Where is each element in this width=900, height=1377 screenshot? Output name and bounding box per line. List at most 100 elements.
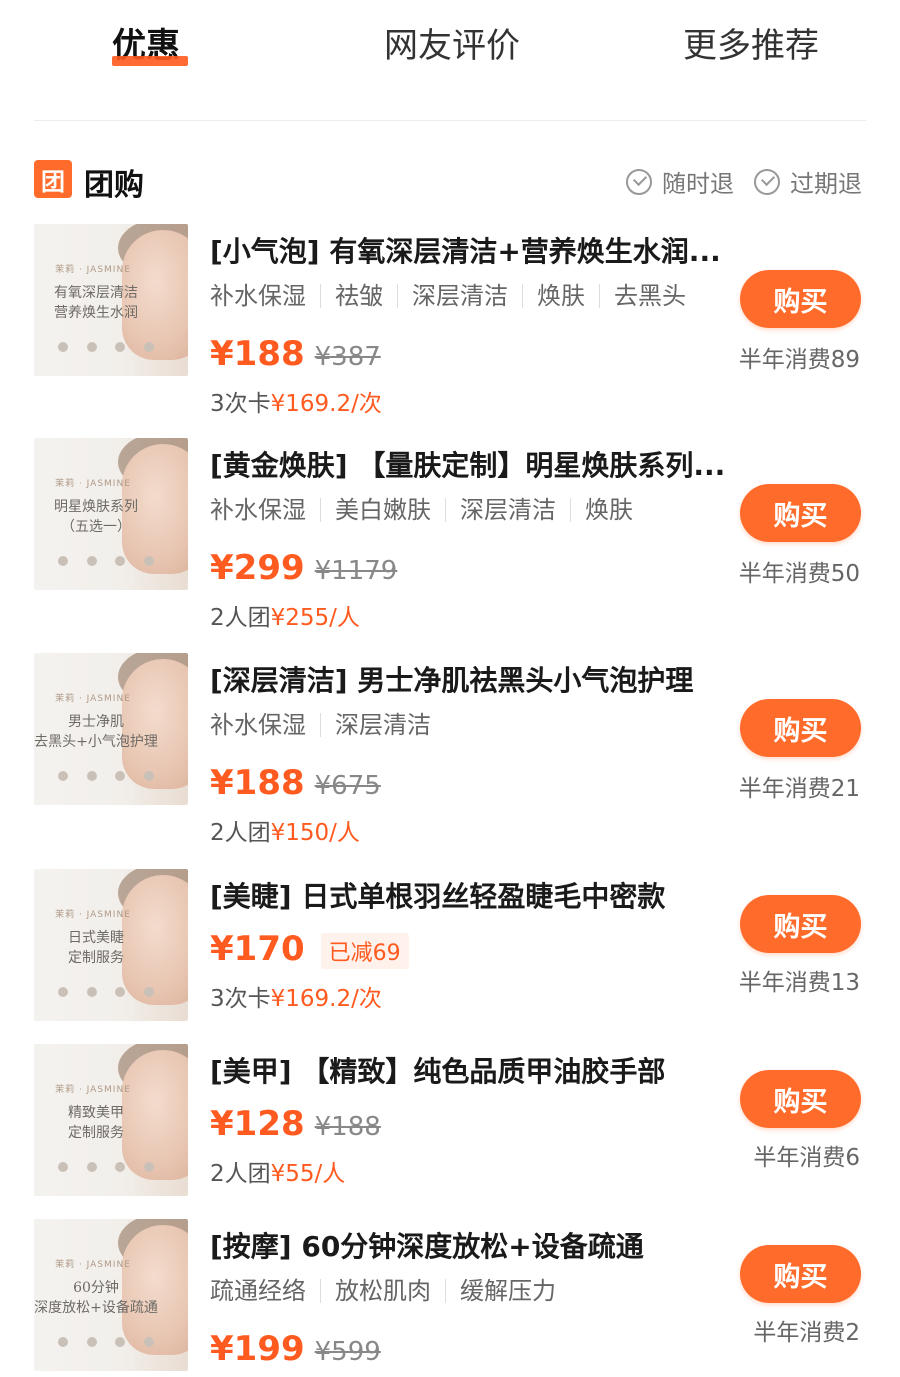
deal-tag: 缓解压力	[445, 1279, 570, 1303]
buy-button[interactable]: 购买	[740, 270, 861, 328]
deal-price: ¥128	[210, 1104, 305, 1144]
deal-title[interactable]: [黄金焕肤] 【量肤定制】明星焕肤系列...	[210, 444, 725, 484]
buy-button[interactable]: 购买	[740, 895, 861, 953]
bundle-price: ¥169.2/次	[270, 391, 382, 417]
deal-item[interactable]: 茉莉 · JASMINE 明星焕肤系列 （五选一） [黄金焕肤] 【量肤定制】明星焕肤…	[0, 436, 900, 636]
sales-count: 半年消费21	[738, 776, 860, 802]
deal-tag: 补水保湿	[210, 711, 306, 739]
bundle-type: 2人团	[210, 605, 271, 631]
thumbnail-text-2: 定制服务	[68, 1125, 124, 1141]
thumbnail-text-1: 精致美甲	[68, 1105, 124, 1121]
price-row: ¥188 ¥675	[210, 763, 381, 803]
bundle-price: ¥169.2/次	[270, 986, 382, 1012]
thumbnail-brand: 茉莉 · JASMINE	[55, 1085, 131, 1095]
price-row: ¥170 已减69	[210, 929, 409, 969]
bundle-offer: 3次卡¥169.2/次	[210, 979, 382, 1013]
deal-tags: 补水保湿 祛皱 深层清洁 焕肤 去黑头	[210, 284, 700, 308]
thumbnail-text-2: （五选一）	[61, 519, 131, 535]
original-price: ¥599	[314, 1337, 381, 1367]
deal-item[interactable]: 茉莉 · JASMINE 有氧深层清洁 营养焕生水润 [小气泡] 有氧深层清洁+营养焕…	[0, 222, 900, 422]
deal-thumbnail[interactable]: 茉莉 · JASMINE 明星焕肤系列 （五选一）	[34, 438, 188, 590]
bundle-type: 2人团	[210, 1161, 271, 1187]
sales-count: 半年消费50	[738, 561, 860, 587]
buy-button[interactable]: 购买	[740, 484, 861, 542]
deal-title[interactable]: [美甲] 【精致】纯色品质甲油胶手部	[210, 1050, 665, 1090]
deal-thumbnail[interactable]: 茉莉 · JASMINE 日式美睫 定制服务	[34, 869, 188, 1021]
bundle-offer: 2人团¥150/人	[210, 813, 360, 847]
deal-tag: 放松肌肉	[320, 1279, 445, 1303]
deal-tag: 深层清洁	[445, 498, 570, 522]
deal-thumbnail[interactable]: 茉莉 · JASMINE 有氧深层清洁 营养焕生水润	[34, 224, 188, 376]
deal-thumbnail[interactable]: 茉莉 · JASMINE 精致美甲定制服务	[34, 1044, 188, 1196]
price-row: ¥199 ¥599	[210, 1329, 381, 1369]
thumbnail-text-1: 有氧深层清洁	[54, 285, 138, 301]
bundle-price: ¥150/人	[270, 820, 360, 846]
thumbnail-badges	[58, 987, 154, 997]
bundle-offer: 2人团¥255/人	[210, 598, 360, 632]
thumbnail-text-1: 日式美睫	[68, 930, 124, 946]
deal-title[interactable]: [深层清洁] 男士净肌祛黑头小气泡护理	[210, 659, 693, 699]
policy-label: 过期退	[790, 170, 862, 198]
price-row: ¥128 ¥188	[210, 1104, 381, 1144]
deal-price: ¥188	[210, 334, 305, 374]
policy-label: 随时退	[662, 170, 734, 198]
policy-refund-expired: 过期退	[754, 164, 862, 199]
thumbnail-brand: 茉莉 · JASMINE	[55, 910, 131, 920]
discount-badge: 已减69	[320, 933, 409, 969]
deal-title[interactable]: [美睫] 日式单根羽丝轻盈睫毛中密款	[210, 875, 665, 915]
deal-item[interactable]: 茉莉 · JASMINE 60分钟 深度放松+设备疏通 [按摩] 60分钟深度放松+设…	[0, 1217, 900, 1377]
thumbnail-brand: 茉莉 · JASMINE	[55, 265, 131, 275]
thumbnail-badges	[58, 771, 154, 781]
thumbnail-badges	[58, 1162, 154, 1172]
bundle-type: 3次卡	[210, 986, 271, 1012]
bundle-price: ¥55/人	[270, 1161, 346, 1187]
tab-reviews[interactable]: 网友评价	[384, 18, 520, 67]
deal-price: ¥199	[210, 1329, 305, 1369]
check-circle-icon	[626, 168, 652, 195]
deal-tag: 补水保湿	[210, 496, 306, 524]
thumbnail-brand: 茉莉 · JASMINE	[55, 479, 131, 489]
thumbnail-text-1: 明星焕肤系列	[54, 499, 138, 515]
tab-more-recommendations[interactable]: 更多推荐	[683, 18, 819, 67]
buy-button[interactable]: 购买	[740, 1245, 861, 1303]
deal-thumbnail[interactable]: 茉莉 · JASMINE 60分钟 深度放松+设备疏通	[34, 1219, 188, 1371]
group-buy-icon: 团	[34, 160, 72, 198]
original-price: ¥387	[314, 342, 381, 372]
sales-count: 半年消费13	[738, 970, 860, 996]
deal-tag: 深层清洁	[320, 713, 445, 737]
deal-tag: 去黑头	[599, 284, 700, 308]
thumbnail-badges	[58, 1337, 154, 1347]
deal-tag: 补水保湿	[210, 282, 306, 310]
bundle-offer: 2人团¥55/人	[210, 1154, 345, 1188]
deal-item[interactable]: 茉莉 · JASMINE 日式美睫 定制服务 [美睫] 日式单根羽丝轻盈睫毛中密款 ¥1…	[0, 867, 900, 1067]
deal-price: ¥299	[210, 548, 305, 588]
buy-button[interactable]: 购买	[740, 699, 861, 757]
tab-divider	[34, 120, 866, 121]
deal-title[interactable]: [按摩] 60分钟深度放松+设备疏通	[210, 1225, 644, 1265]
thumbnail-text-2: 去黑头+小气泡护理	[34, 734, 158, 750]
thumbnail-text-2: 深度放松+设备疏通	[34, 1300, 158, 1316]
section-title: 团购	[84, 168, 144, 203]
deal-item[interactable]: 茉莉 · JASMINE 精致美甲定制服务 [美甲] 【精致】纯色品质甲油胶手部 ¥1…	[0, 1042, 900, 1242]
original-price: ¥675	[314, 771, 381, 801]
thumbnail-badges	[58, 556, 154, 566]
deal-thumbnail[interactable]: 茉莉 · JASMINE 男士净肌 去黑头+小气泡护理	[34, 653, 188, 805]
deal-tag: 深层清洁	[397, 284, 522, 308]
buy-button[interactable]: 购买	[740, 1070, 861, 1128]
deal-tag: 祛皱	[320, 284, 397, 308]
deal-tags: 补水保湿 深层清洁	[210, 713, 445, 737]
thumbnail-badges	[58, 342, 154, 352]
bundle-offer: 3次卡¥169.2/次	[210, 384, 382, 418]
policy-refund-anytime: 随时退	[626, 164, 734, 199]
deal-price: ¥188	[210, 763, 305, 803]
deal-tag: 疏通经络	[210, 1277, 306, 1305]
deal-item[interactable]: 茉莉 · JASMINE 男士净肌 去黑头+小气泡护理 [深层清洁] 男士净肌祛黑头小…	[0, 651, 900, 851]
price-row: ¥188 ¥387	[210, 334, 381, 374]
deal-tags: 补水保湿 美白嫩肤 深层清洁 焕肤	[210, 498, 647, 522]
deal-price: ¥170	[210, 929, 305, 969]
deal-title[interactable]: [小气泡] 有氧深层清洁+营养焕生水润...	[210, 230, 721, 270]
thumbnail-text-1: 60分钟	[73, 1280, 119, 1296]
check-circle-icon	[754, 168, 780, 195]
bundle-type: 3次卡	[210, 391, 271, 417]
deal-tag: 焕肤	[570, 498, 647, 522]
